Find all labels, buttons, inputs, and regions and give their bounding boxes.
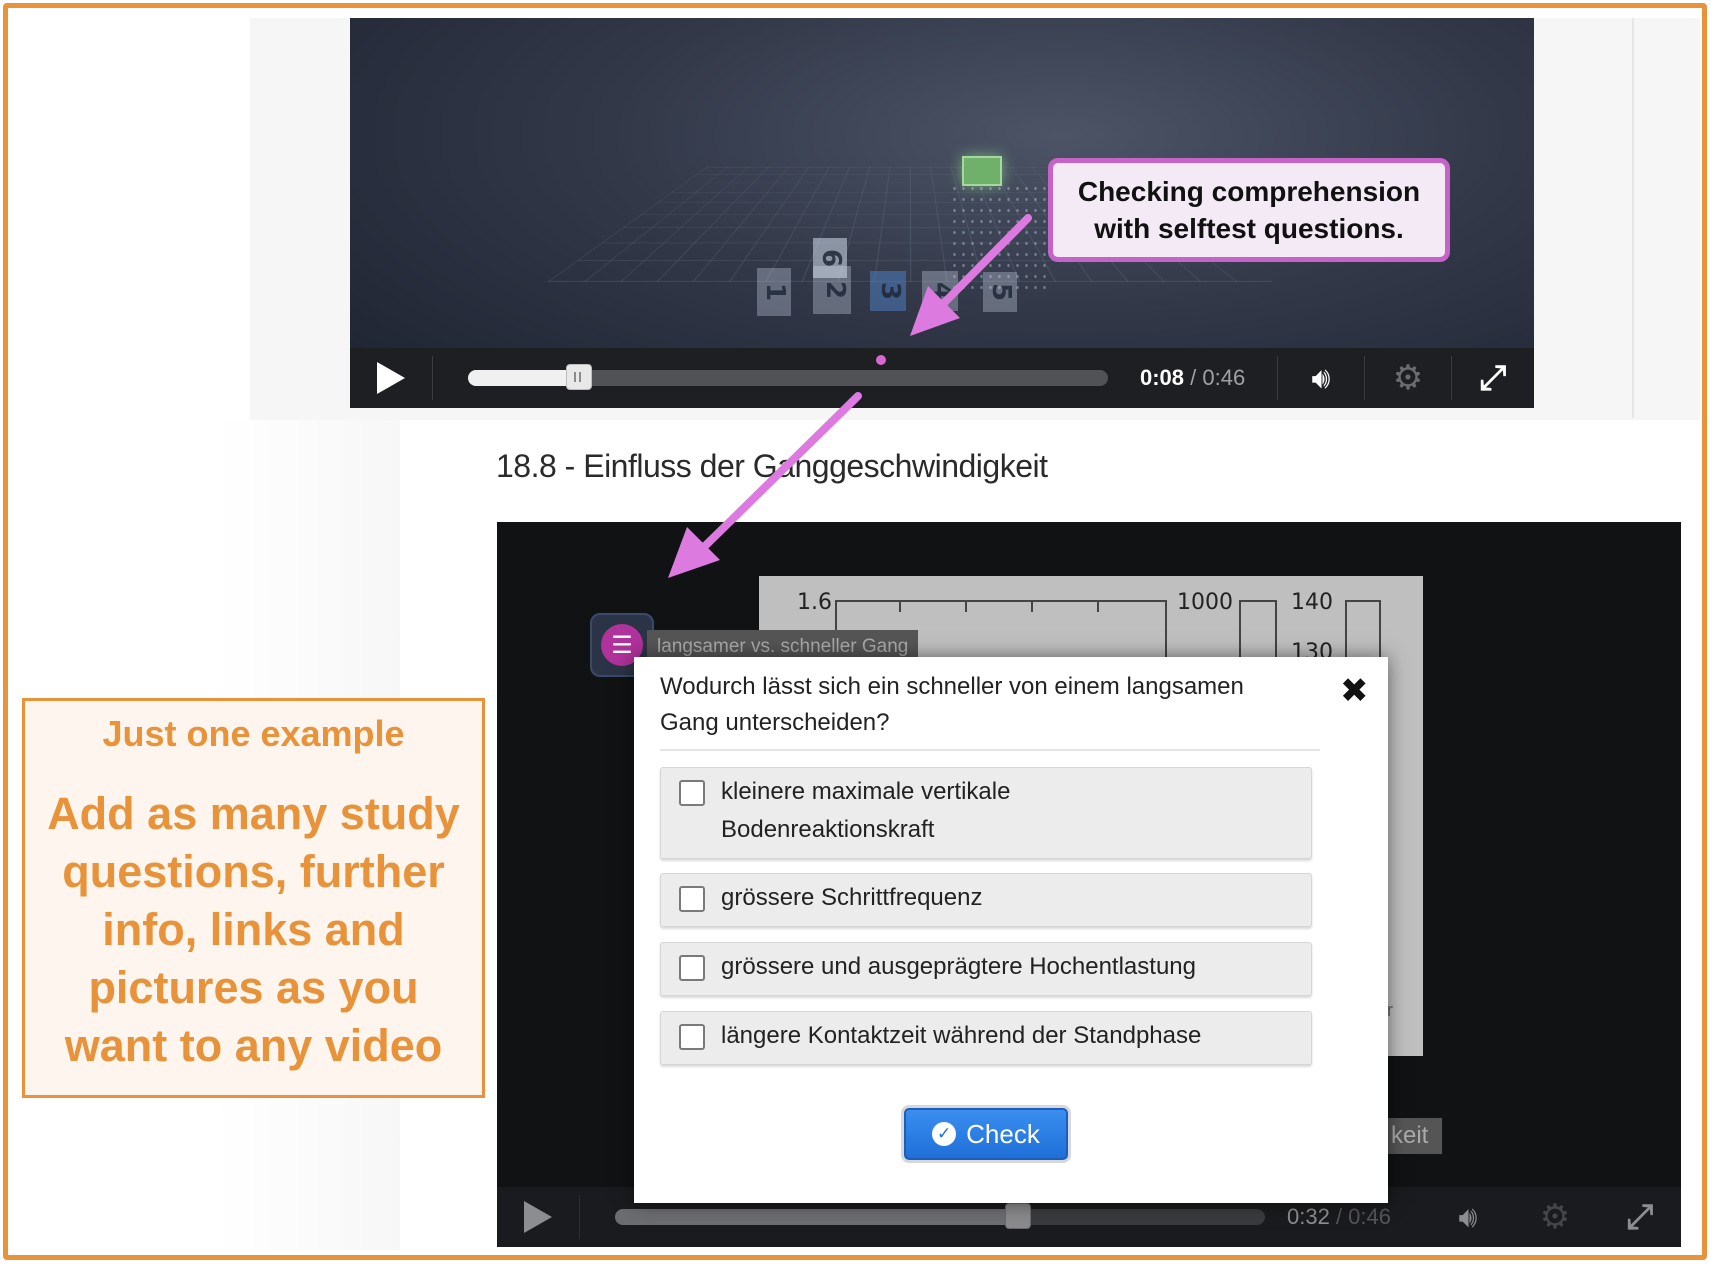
control-divider	[579, 1195, 580, 1239]
seek-handle[interactable]	[566, 364, 593, 390]
answer-label: grössere Schrittfrequenz	[721, 884, 983, 911]
expand-icon: ⤢	[1626, 1197, 1654, 1237]
time-display: 0:32 / 0:46	[1287, 1204, 1391, 1230]
answer-option[interactable]: grössere Schrittfrequenz	[660, 873, 1312, 927]
fullscreen-button[interactable]: ⤢	[1599, 1187, 1681, 1247]
fullscreen-button[interactable]: ⤢	[1452, 348, 1534, 408]
callout-line: with selftest questions.	[1094, 213, 1404, 244]
time-display: 0:08 / 0:46	[1140, 365, 1245, 391]
video-tile: 1	[757, 268, 791, 316]
question-line: Gang unterscheiden?	[660, 709, 890, 736]
video-tile: 5	[983, 272, 1017, 312]
chart-tick	[1097, 602, 1099, 612]
info-heading: Just one example	[102, 713, 405, 754]
callout-box: Checking comprehension with selftest que…	[1048, 158, 1450, 262]
volume-icon: 🔊︎	[1458, 1199, 1478, 1235]
settings-button[interactable]: ⚙	[1512, 1187, 1598, 1247]
control-divider	[432, 356, 433, 400]
chart-tick	[965, 602, 967, 612]
answer-checkbox[interactable]	[679, 955, 705, 981]
seek-bar[interactable]	[615, 1203, 1265, 1229]
answer-option[interactable]: längere Kontaktzeit während der Standpha…	[660, 1011, 1312, 1065]
answer-checkbox[interactable]	[679, 780, 705, 806]
chart-tick-label: 1000	[1177, 590, 1233, 615]
info-line: pictures as you	[88, 962, 419, 1013]
answer-label-line: kleinere maximale vertikale	[721, 778, 1011, 805]
time-duration: 0:46	[1202, 365, 1246, 390]
callout-line: Checking comprehension	[1077, 176, 1421, 207]
answer-checkbox[interactable]	[679, 886, 705, 912]
answer-label: längere Kontaktzeit während der Standpha…	[721, 1022, 1202, 1049]
chart-tick-label: 1.6	[797, 590, 832, 615]
volume-button[interactable]: 🔊︎	[1278, 348, 1364, 408]
answer-option[interactable]: kleinere maximale vertikale Bodenreaktio…	[660, 767, 1312, 859]
play-button[interactable]	[350, 348, 432, 408]
chart-tick	[899, 602, 901, 612]
section-title: 18.8 - Einfluss der Ganggeschwindigkeit	[496, 448, 1048, 484]
chart-tick-label: 140	[1291, 590, 1333, 615]
play-button[interactable]	[497, 1187, 579, 1247]
answer-label-line: Bodenreaktionskraft	[721, 816, 935, 843]
question-text: Wodurch lässt sich ein schneller von ein…	[660, 669, 1320, 751]
volume-button[interactable]: 🔊︎	[1425, 1187, 1511, 1247]
check-button[interactable]: ✓ Check	[904, 1108, 1068, 1160]
seek-bar-played	[468, 370, 580, 386]
info-line: want to any video	[64, 1020, 443, 1071]
seek-bar[interactable]	[468, 364, 1108, 390]
answer-label: grössere und ausgeprägtere Hochentlastun…	[721, 953, 1196, 980]
play-icon	[377, 362, 405, 394]
video-tile: 3	[870, 271, 906, 311]
question-marker-dot[interactable]	[875, 355, 886, 365]
gear-icon: ⚙	[1539, 1197, 1571, 1237]
seek-bar-played	[615, 1209, 1018, 1225]
settings-button[interactable]: ⚙	[1365, 348, 1451, 408]
selftest-dialog: Wodurch lässt sich ein schneller von ein…	[634, 657, 1388, 1203]
video-green-cube	[962, 156, 1002, 186]
video-number-tiles: 1 2 6 3 4 5	[750, 238, 1110, 323]
answer-option[interactable]: grössere und ausgeprägtere Hochentlastun…	[660, 942, 1312, 996]
page-divider	[1632, 18, 1634, 418]
info-box: Just one example Add as many study quest…	[22, 698, 485, 1098]
info-line: info, links and	[102, 904, 405, 955]
video-tile: 6	[813, 238, 847, 278]
check-button-label: Check	[966, 1118, 1040, 1149]
seek-handle[interactable]	[1005, 1203, 1031, 1229]
answer-label: kleinere maximale vertikale Bodenreaktio…	[721, 768, 1010, 849]
time-current: 0:32	[1287, 1204, 1330, 1229]
volume-icon: 🔊︎	[1311, 360, 1331, 396]
info-line: questions, further	[62, 846, 445, 897]
chart-frame	[1239, 600, 1277, 658]
info-body: Add as many study questions, further inf…	[31, 785, 476, 1075]
gear-icon: ⚙	[1392, 358, 1424, 398]
time-separator: /	[1329, 1204, 1349, 1229]
chart-frame	[1345, 600, 1381, 658]
expand-icon: ⤢	[1479, 358, 1507, 398]
check-circle-icon: ✓	[932, 1122, 957, 1146]
time-duration: 0:46	[1348, 1204, 1391, 1229]
video-tile: 4	[922, 271, 958, 311]
chart-tick	[1031, 602, 1033, 612]
answer-checkbox[interactable]	[679, 1024, 705, 1050]
question-line: Wodurch lässt sich ein schneller von ein…	[660, 673, 1244, 700]
play-icon	[524, 1201, 552, 1233]
time-current: 0:08	[1140, 365, 1185, 390]
time-separator: /	[1184, 365, 1203, 390]
info-line: Add as many study	[47, 788, 460, 839]
close-icon[interactable]: ✖	[1340, 671, 1369, 711]
top-video-controls: 0:08 / 0:46 🔊︎ ⚙ ⤢	[350, 348, 1534, 408]
